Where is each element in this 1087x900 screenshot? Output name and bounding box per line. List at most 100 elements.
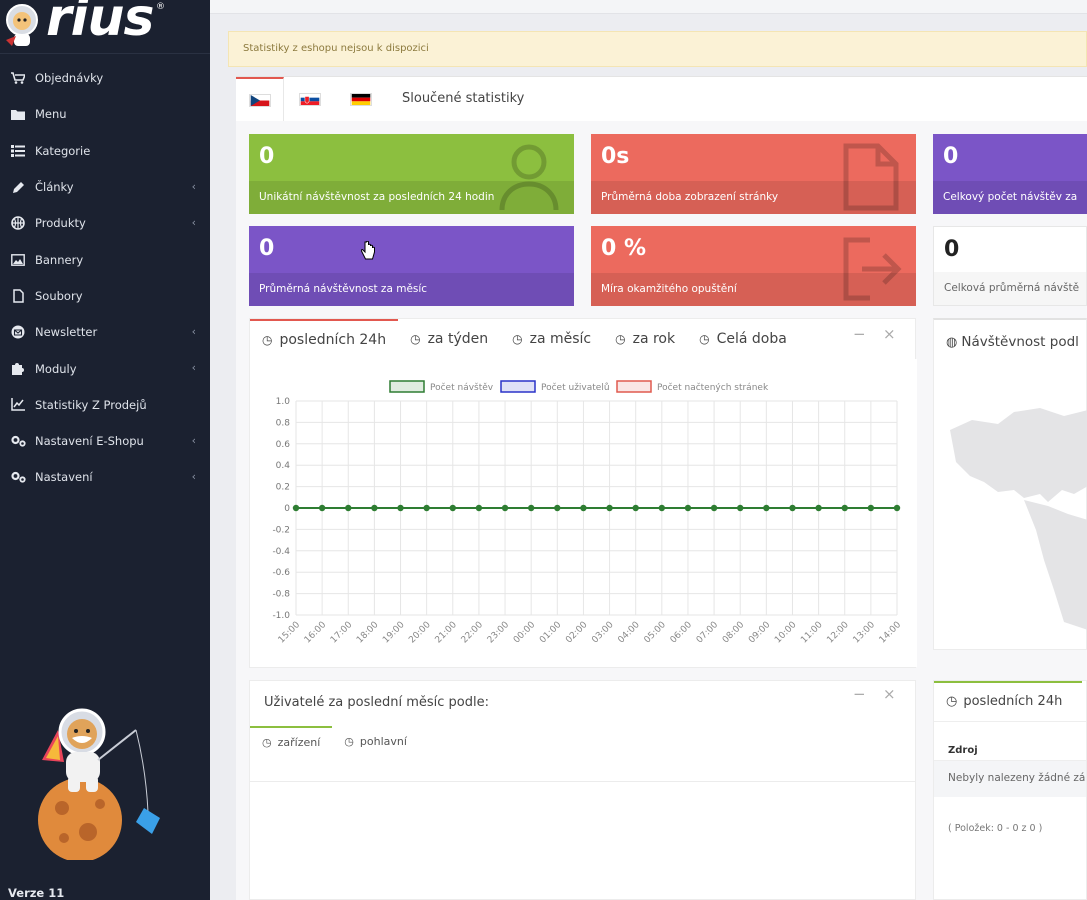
tab-all-time[interactable]: ◷ Celá doba xyxy=(687,319,799,359)
users-subtabs: ◷ zařízení ◷ pohlavní xyxy=(250,726,419,756)
tab-gender[interactable]: ◷ pohlavní xyxy=(332,726,419,756)
y-tick-label: -0.8 xyxy=(272,590,290,600)
stat-label: Průměrná návštěvnost za měsíc xyxy=(249,273,574,306)
chevron-left-icon: ‹ xyxy=(191,433,196,447)
users-panel-title: Uživatelé za poslední měsíc podle: xyxy=(264,695,489,710)
basketball-icon xyxy=(10,215,26,231)
map-panel: ◍ Návštěvnost podl xyxy=(933,318,1087,650)
sidebar-item-produkty[interactable]: Produkty ‹ xyxy=(0,205,210,241)
pager-info: ( Položek: 0 - 0 z 0 ) xyxy=(948,823,1043,834)
sidebar-item-label: Newsletter xyxy=(35,325,98,340)
sidebar-item-menu[interactable]: Menu xyxy=(0,96,210,132)
data-point xyxy=(554,504,561,512)
sidebar-item-label: Objednávky xyxy=(35,71,104,86)
y-tick-label: -0.4 xyxy=(272,547,290,557)
column-header-source[interactable]: Zdroj xyxy=(948,745,978,756)
x-tick-label: 04:00 xyxy=(616,620,642,646)
sidebar-item-kategorie[interactable]: Kategorie xyxy=(0,133,210,169)
data-point xyxy=(867,504,875,512)
sidebar-item-moduly[interactable]: Moduly ‹ xyxy=(0,350,210,386)
sidebar-item-statistiky[interactable]: Statistiky Z Prodejů xyxy=(0,387,210,423)
table-empty-row: Nebyly nalezeny žádné zá xyxy=(934,761,1086,797)
tab-merged-stats[interactable]: Sloučené statistiky xyxy=(402,91,524,106)
x-tick-label: 07:00 xyxy=(695,620,721,646)
top-bar xyxy=(210,0,1087,14)
data-point xyxy=(710,504,718,512)
tab-month[interactable]: ◷ za měsíc xyxy=(500,319,603,359)
stat-value: 0s xyxy=(601,144,630,169)
legend-label: Počet uživatelů xyxy=(541,382,610,393)
data-point xyxy=(580,504,587,512)
clock-icon: ◷ xyxy=(344,734,354,748)
clock-icon: ◷ xyxy=(262,735,272,749)
legend-label: Počet návštěv xyxy=(430,382,494,393)
sidebar-item-label: Soubory xyxy=(35,288,83,303)
cart-icon xyxy=(10,70,26,86)
pencil-icon xyxy=(10,179,26,195)
y-tick-label: 1.0 xyxy=(276,397,291,407)
sidebar-item-label: Kategorie xyxy=(35,143,91,158)
x-tick-label: 00:00 xyxy=(512,620,538,646)
clock-icon: ◷ xyxy=(946,693,958,709)
tab-source-24h[interactable]: ◷ posledních 24h xyxy=(934,681,1082,719)
sidebar-item-nastaveni[interactable]: Nastavení ‹ xyxy=(0,459,210,495)
chevron-left-icon: ‹ xyxy=(191,179,196,193)
folder-icon xyxy=(10,106,26,122)
sidebar-item-nastaveni-eshopu[interactable]: Nastavení E-Shopu ‹ xyxy=(0,423,210,459)
list-icon xyxy=(10,143,26,159)
data-point xyxy=(475,504,483,512)
x-tick-label: 17:00 xyxy=(329,620,355,646)
data-point xyxy=(684,504,692,512)
y-tick-label: 0.4 xyxy=(276,461,291,471)
stat-value: 0 xyxy=(259,144,275,169)
tab-label: posledních 24h xyxy=(963,693,1063,709)
tab-sk[interactable] xyxy=(286,77,334,121)
data-point xyxy=(815,504,822,512)
x-tick-label: 06:00 xyxy=(669,620,695,646)
sidebar-item-newsletter[interactable]: Newsletter ‹ xyxy=(0,314,210,350)
data-point xyxy=(632,504,639,512)
stat-tile-unique-visits: 0 Unikátní návštěvnost za posledních 24 … xyxy=(249,134,574,214)
sidebar-item-bannery[interactable]: Bannery xyxy=(0,241,210,277)
legend-swatch xyxy=(616,380,652,393)
stat-label: Míra okamžitého opuštění xyxy=(591,273,916,306)
logo[interactable]: rius ® xyxy=(0,0,210,54)
tab-label: za měsíc xyxy=(529,331,592,347)
sidebar-item-label: Produkty xyxy=(35,216,86,231)
tab-device[interactable]: ◷ zařízení xyxy=(250,726,333,756)
data-point xyxy=(423,504,430,512)
x-tick-label: 16:00 xyxy=(303,620,329,646)
close-button[interactable]: × xyxy=(883,325,896,343)
tab-last-24h[interactable]: ◷ posledních 24h xyxy=(250,319,399,359)
data-point xyxy=(789,504,796,512)
x-tick-label: 20:00 xyxy=(407,620,433,646)
stat-value: 0 % xyxy=(601,236,647,261)
tab-de[interactable] xyxy=(337,77,385,121)
sidebar-item-label: Nastavení xyxy=(35,470,93,485)
stat-label: Celková průměrná návště xyxy=(934,272,1086,305)
image-icon xyxy=(10,252,26,268)
minimize-button[interactable]: − xyxy=(853,685,866,703)
registered-mark: ® xyxy=(156,2,165,12)
close-button[interactable]: × xyxy=(883,685,896,703)
tab-cz[interactable] xyxy=(236,77,284,121)
chevron-left-icon: ‹ xyxy=(191,361,196,375)
sidebar: rius ® Objednávky Menu Kategorie Články … xyxy=(0,0,210,900)
tab-year[interactable]: ◷ za rok xyxy=(603,319,687,359)
envelope-icon xyxy=(10,324,26,340)
tab-week[interactable]: ◷ za týden xyxy=(398,319,500,359)
minimize-button[interactable]: − xyxy=(853,325,866,343)
x-tick-label: 19:00 xyxy=(381,620,407,646)
stat-tile-bounce-rate: 0 % Míra okamžitého opuštění xyxy=(591,226,916,306)
cz-flag-icon xyxy=(248,93,271,107)
clock-icon: ◷ xyxy=(262,333,273,347)
tab-label: Celá doba xyxy=(716,331,787,347)
tab-label: zařízení xyxy=(277,735,321,749)
globe-icon: ◍ xyxy=(946,335,958,350)
y-tick-label: -1.0 xyxy=(272,611,290,621)
sidebar-item-objednavky[interactable]: Objednávky xyxy=(0,60,210,96)
sidebar-item-soubory[interactable]: Soubory xyxy=(0,278,210,314)
world-map xyxy=(950,408,1087,630)
sidebar-item-clanky[interactable]: Články ‹ xyxy=(0,169,210,205)
x-tick-label: 12:00 xyxy=(825,620,851,646)
